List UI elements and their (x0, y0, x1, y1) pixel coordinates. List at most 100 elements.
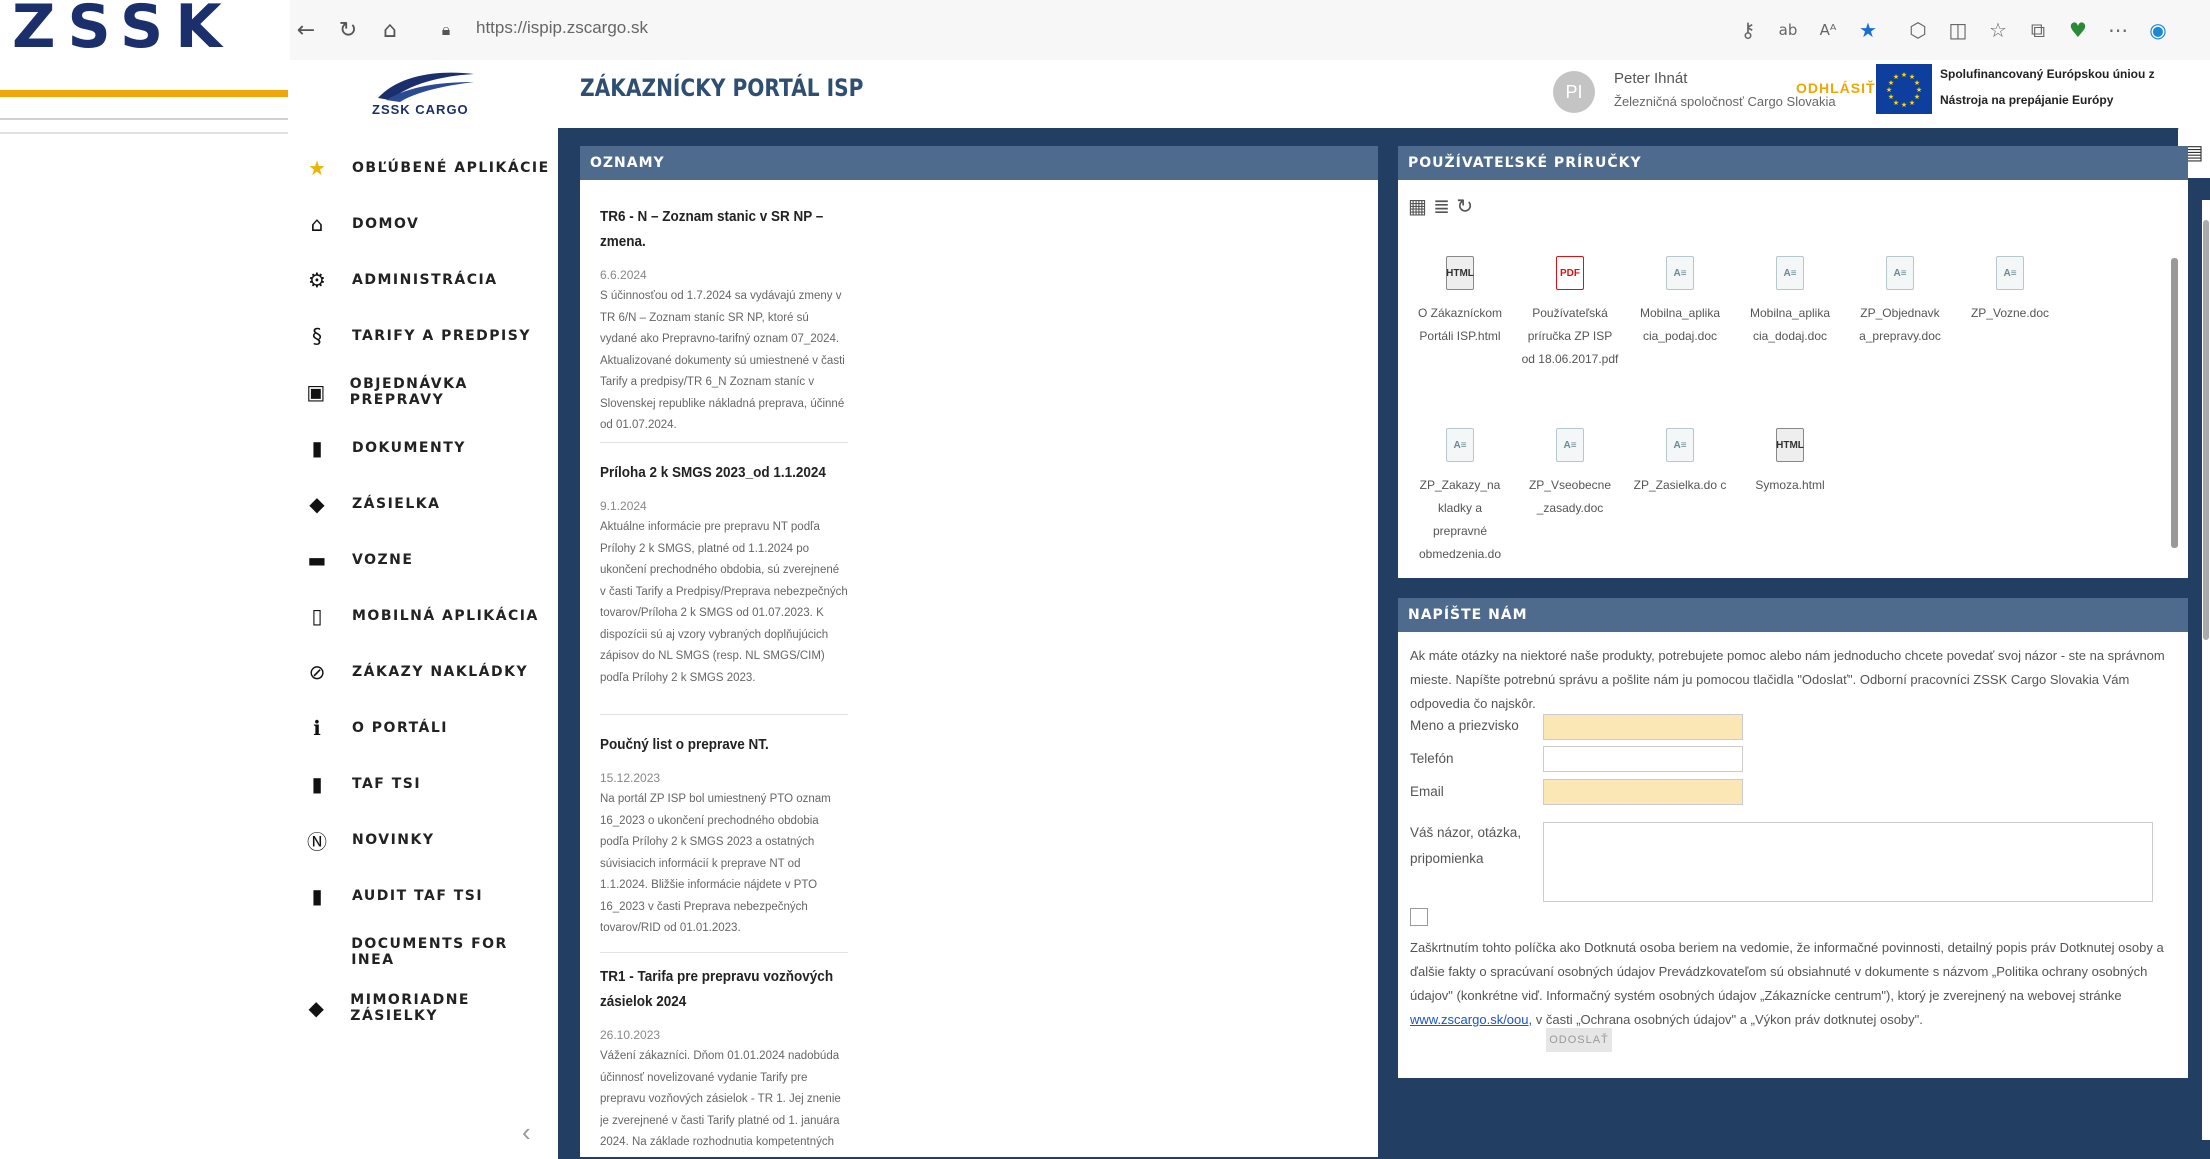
file-item[interactable]: A≡ ZP_Zakazy_na kladky a prepravné obmedz… (1410, 428, 1510, 566)
nav-item[interactable]: ▮ AUDIT TAF TSI (302, 876, 552, 916)
list-view-icon[interactable]: ≣ (1433, 194, 1450, 218)
nav-item[interactable]: ℹ O PORTÁLI (302, 708, 552, 748)
news-title[interactable]: TR6 - N – Zoznam stanic v SR NP – zmena. (600, 204, 843, 254)
lock-icon[interactable]: 🔒︎ (430, 14, 462, 46)
doc-file-icon[interactable]: A≡ (1666, 428, 1694, 462)
divider (600, 442, 848, 443)
news-title[interactable]: Poučný list o preprave NT. (600, 732, 843, 757)
file-name[interactable]: ZP_Objednavk a_prepravy.doc (1850, 302, 1950, 348)
page-title: ZÁKAZNÍCKY PORTÁL ISP (580, 74, 864, 102)
scrollbar-thumb[interactable] (2171, 258, 2178, 548)
pdf-file-icon[interactable]: PDF (1556, 256, 1584, 290)
file-item[interactable]: A≡ ZP_Objednavk a_prepravy.doc (1850, 256, 1950, 348)
file-item[interactable]: A≡ Mobilna_aplika cia_dodaj.doc (1740, 256, 1840, 348)
favorites-icon[interactable]: ☆ (1980, 14, 2016, 46)
doc-file-icon[interactable]: A≡ (1446, 428, 1474, 462)
read-aloud-icon[interactable]: ab (1770, 14, 1806, 46)
nav-item[interactable]: ▮ DOKUMENTY (302, 428, 552, 468)
nav-item[interactable]: ◆ MIMORIADNE ZÁSIELKY (302, 988, 552, 1028)
browser-essentials-icon[interactable]: ♥ (2060, 14, 2096, 46)
file-item[interactable]: A≡ ZP_Vseobecne _zasady.doc (1520, 428, 1620, 520)
divider (600, 714, 848, 715)
nav-item[interactable]: ▮ TAF TSI (302, 764, 552, 804)
phone-field[interactable] (1543, 746, 1743, 772)
nav-item-icon: ⚙ (308, 268, 326, 292)
zssk-cargo-logo (378, 72, 474, 102)
name-field[interactable] (1543, 714, 1743, 740)
address-bar[interactable]: https://ispip.zscargo.sk (476, 18, 648, 38)
main-area: ZÁKAZNÍCKY PORTÁL ISP PI Peter Ihnát Žel… (558, 60, 2210, 1159)
nav-item[interactable]: ▯ MOBILNÁ APLIKÁCIA (302, 596, 552, 636)
file-name[interactable]: O Zákazníckom Portáli ISP.html (1410, 302, 1510, 348)
extensions-icon[interactable]: ⬡ (1900, 14, 1936, 46)
news-item[interactable]: TR1 - Tarifa pre prepravu vozňových zási… (600, 964, 848, 1154)
html-file-icon[interactable]: HTML (1446, 256, 1474, 290)
send-button[interactable]: ODOSLAŤ (1546, 1028, 1612, 1052)
file-item[interactable]: PDF Používateľská príručka ZP ISP od 18.0… (1520, 256, 1620, 371)
news-date: 26.10.2023 (600, 1028, 661, 1042)
refresh-icon[interactable]: ↻ (1456, 194, 1473, 218)
back-icon[interactable]: ← (290, 14, 322, 46)
message-field[interactable] (1543, 822, 2153, 902)
nav-item[interactable]: ▣ OBJEDNÁVKA PREPRAVY (302, 372, 552, 412)
file-name[interactable]: Mobilna_aplika cia_podaj.doc (1630, 302, 1730, 348)
file-item[interactable]: A≡ ZP_Vozne.doc (1960, 256, 2060, 325)
announcements-title: OZNAMY (580, 146, 1378, 180)
collapse-sidebar-icon[interactable]: ‹ (522, 1117, 531, 1148)
news-title[interactable]: Príloha 2 k SMGS 2023_od 1.1.2024 (600, 460, 843, 485)
html-file-icon[interactable]: HTML (1776, 428, 1804, 462)
text-size-icon[interactable]: Aᴬ (1810, 14, 1846, 46)
gray-stripe (0, 118, 288, 120)
nav-item[interactable]: ⊘ ZÁKAZY NAKLÁDKY (302, 652, 552, 692)
news-title[interactable]: TR1 - Tarifa pre prepravu vozňových zási… (600, 964, 843, 1014)
file-item[interactable]: A≡ ZP_Zasielka.do c (1630, 428, 1730, 497)
news-item[interactable]: Príloha 2 k SMGS 2023_od 1.1.2024 9.1.20… (600, 460, 848, 689)
file-name[interactable]: Mobilna_aplika cia_dodaj.doc (1740, 302, 1840, 348)
doc-file-icon[interactable]: A≡ (1776, 256, 1804, 290)
nav-item[interactable]: ⚙ ADMINISTRÁCIA (302, 260, 552, 300)
nav-item[interactable]: DOCUMENTS FOR INEA (302, 932, 552, 972)
consent-checkbox[interactable] (1410, 908, 1428, 926)
news-body: Na portál ZP ISP bol umiestnený PTO ozna… (600, 793, 831, 934)
news-item[interactable]: TR6 - N – Zoznam stanic v SR NP – zmena.… (600, 204, 848, 437)
home-icon[interactable]: ⌂ (374, 14, 406, 46)
file-item[interactable]: HTML O Zákazníckom Portáli ISP.html (1410, 256, 1510, 348)
privacy-policy-link[interactable]: www.zscargo.sk/oou, (1410, 1012, 1532, 1027)
nav-item[interactable]: ★ OBĽÚBENÉ APLIKÁCIE (302, 148, 552, 188)
nav-item-icon: ▮ (311, 772, 323, 796)
nav-item[interactable]: § TARIFY A PREDPISY (302, 316, 552, 356)
nav-item[interactable]: ⌂ DOMOV (302, 204, 552, 244)
doc-file-icon[interactable]: A≡ (1556, 428, 1584, 462)
file-item[interactable]: A≡ Mobilna_aplika cia_podaj.doc (1630, 256, 1730, 348)
nav-item[interactable]: ◆ ZÁSIELKA (302, 484, 552, 524)
nav-item[interactable]: ▬ VOZNE (302, 540, 552, 580)
file-name[interactable]: Symoza.html (1740, 474, 1840, 497)
file-item[interactable]: HTML Symoza.html (1740, 428, 1840, 497)
contact-form-title: NAPÍŠTE NÁM (1398, 598, 2188, 632)
logout-button[interactable]: ODHLÁSIŤ (1796, 80, 1876, 96)
email-label: Email (1410, 784, 1444, 799)
copilot-icon[interactable]: ◉ (2140, 14, 2176, 46)
refresh-icon[interactable]: ↻ (332, 14, 364, 46)
file-name[interactable]: ZP_Vseobecne _zasady.doc (1520, 474, 1620, 520)
doc-file-icon[interactable]: A≡ (1886, 256, 1914, 290)
collections-icon[interactable]: ⧉ (2020, 14, 2056, 46)
more-menu-icon[interactable]: ⋯ (2100, 14, 2136, 46)
user-name: Peter Ihnát (1614, 70, 1688, 87)
doc-file-icon[interactable]: A≡ (1996, 256, 2024, 290)
email-field[interactable] (1543, 779, 1743, 805)
avatar[interactable]: PI (1553, 71, 1595, 113)
nav-item-label: MOBILNÁ APLIKÁCIA (352, 608, 539, 624)
file-name[interactable]: ZP_Zasielka.do c (1630, 474, 1730, 497)
nav-item[interactable]: Ⓝ NOVINKY (302, 820, 552, 860)
split-screen-icon[interactable]: ◫ (1940, 14, 1976, 46)
key-icon[interactable]: ⚷ (1730, 14, 1766, 46)
news-item[interactable]: Poučný list o preprave NT. 15.12.2023 Na… (600, 732, 848, 940)
doc-file-icon[interactable]: A≡ (1666, 256, 1694, 290)
file-name[interactable]: ZP_Zakazy_na kladky a prepravné obmedzen… (1410, 474, 1510, 566)
grid-view-icon[interactable]: ▦ (1408, 194, 1427, 218)
favorite-star-icon[interactable]: ★ (1850, 14, 1886, 46)
page-scrollbar-thumb[interactable] (2203, 220, 2209, 640)
file-name[interactable]: Používateľská príručka ZP ISP od 18.06.2… (1520, 302, 1620, 371)
file-name[interactable]: ZP_Vozne.doc (1960, 302, 2060, 325)
